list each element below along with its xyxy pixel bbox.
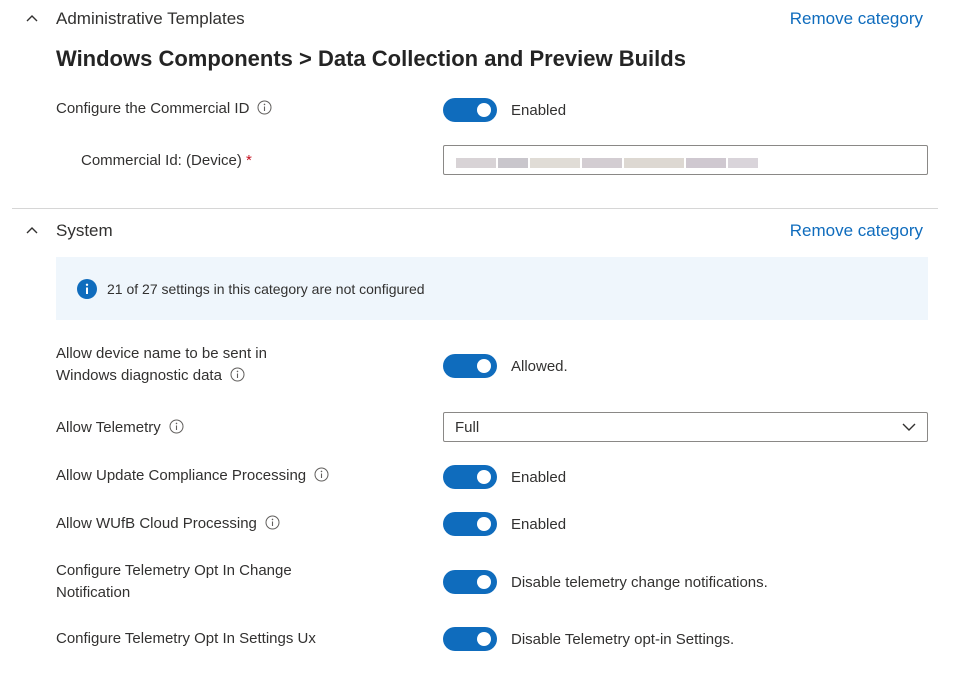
setting-label-update-compliance: Allow Update Compliance Processing bbox=[56, 465, 356, 487]
chevron-up-icon[interactable] bbox=[22, 221, 42, 241]
setting-label-device-name: Allow device name to be sent in Windows … bbox=[56, 345, 267, 384]
toggle-state-text: Disable Telemetry opt-in Settings. bbox=[511, 630, 735, 648]
setting-label-commercial-id: Configure the Commercial ID bbox=[56, 98, 356, 120]
category-header-system[interactable]: System bbox=[22, 219, 113, 243]
section-title: Windows Components > Data Collection and… bbox=[56, 46, 686, 71]
toggle-state-text: Enabled bbox=[511, 515, 567, 533]
category-title: System bbox=[56, 221, 113, 240]
toggle-row-telemetry-change-notification: Disable telemetry change notifications. bbox=[443, 570, 768, 594]
required-mark: * bbox=[246, 152, 252, 169]
toggle-update-compliance[interactable] bbox=[443, 465, 497, 489]
section-divider bbox=[12, 208, 938, 209]
remove-category-link[interactable]: Remove category bbox=[790, 9, 923, 29]
toggle-row-device-name: Allowed. bbox=[443, 354, 568, 378]
info-icon[interactable] bbox=[169, 419, 184, 434]
telemetry-level-dropdown[interactable]: Full bbox=[443, 412, 928, 442]
banner-text: 21 of 27 settings in this category are n… bbox=[107, 280, 425, 297]
toggle-state-text: Enabled bbox=[511, 101, 567, 119]
toggle-state-text: Allowed. bbox=[511, 357, 568, 375]
toggle-wufb-cloud[interactable] bbox=[443, 512, 497, 536]
toggle-row-telemetry-settings-ux: Disable Telemetry opt-in Settings. bbox=[443, 627, 734, 651]
category-header-admin-templates[interactable]: Administrative Templates bbox=[22, 7, 245, 31]
toggle-row-commercial-id: Enabled bbox=[443, 98, 566, 122]
setting-label-allow-telemetry: Allow Telemetry bbox=[56, 417, 356, 439]
commercial-id-input[interactable] bbox=[443, 145, 928, 175]
setting-label-wufb-cloud: Allow WUfB Cloud Processing bbox=[56, 513, 356, 535]
chevron-down-icon bbox=[901, 419, 917, 435]
info-icon[interactable] bbox=[314, 467, 329, 482]
toggle-telemetry-change-notification[interactable] bbox=[443, 570, 497, 594]
toggle-state-text: Enabled bbox=[511, 468, 567, 486]
category-title: Administrative Templates bbox=[56, 9, 245, 28]
info-icon[interactable] bbox=[265, 515, 280, 530]
toggle-row-wufb-cloud: Enabled bbox=[443, 512, 566, 536]
setting-label-telemetry-change-notification: Configure Telemetry Opt In Change Notifi… bbox=[56, 562, 292, 601]
redacted-value bbox=[456, 155, 760, 168]
info-circle-filled-icon bbox=[77, 278, 97, 299]
toggle-row-update-compliance: Enabled bbox=[443, 465, 566, 489]
toggle-state-text: Disable telemetry change notifications. bbox=[511, 573, 768, 591]
toggle-device-name[interactable] bbox=[443, 354, 497, 378]
info-icon[interactable] bbox=[230, 367, 245, 382]
toggle-commercial-id[interactable] bbox=[443, 98, 497, 122]
dropdown-selected-value: Full bbox=[455, 419, 480, 436]
info-banner: 21 of 27 settings in this category are n… bbox=[56, 257, 928, 320]
chevron-up-icon[interactable] bbox=[22, 9, 42, 29]
remove-category-link[interactable]: Remove category bbox=[790, 221, 923, 241]
field-label-commercial-id: Commercial Id: (Device) * bbox=[81, 152, 252, 169]
toggle-telemetry-settings-ux[interactable] bbox=[443, 627, 497, 651]
setting-label-telemetry-settings-ux: Configure Telemetry Opt In Settings Ux bbox=[56, 630, 316, 647]
info-icon[interactable] bbox=[257, 100, 272, 115]
